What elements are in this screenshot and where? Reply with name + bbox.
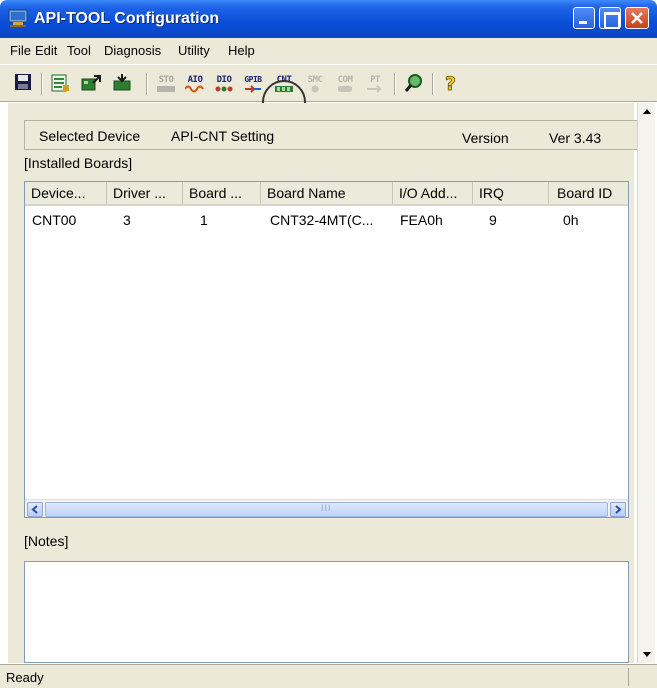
cell-board-name: CNT32-4MT(C... xyxy=(270,212,374,228)
selected-device-box: Selected Device API-CNT Setting Version … xyxy=(24,120,638,150)
add-board-button[interactable] xyxy=(80,72,102,94)
cell-irq: 9 xyxy=(489,212,497,228)
pt-label: PT xyxy=(370,75,380,85)
column-header-irq[interactable]: IRQ xyxy=(473,182,549,204)
toolbar-separator xyxy=(41,73,43,95)
gpib-label: GPIB xyxy=(244,75,262,84)
installed-boards-list[interactable]: Device... Driver ... Board ... Board Nam… xyxy=(24,181,629,518)
dio-icon xyxy=(215,86,233,92)
menu-file[interactable]: File xyxy=(10,43,31,58)
column-header-board-id[interactable]: Board ID xyxy=(549,182,628,204)
cell-board-id: 0h xyxy=(563,212,579,228)
version-value: Ver 3.43 xyxy=(549,130,602,146)
menu-diagnosis[interactable]: Diagnosis xyxy=(104,43,161,58)
column-header-device[interactable]: Device... xyxy=(25,182,107,204)
vertical-scrollbar[interactable] xyxy=(637,103,655,663)
column-header-board-name[interactable]: Board Name xyxy=(261,182,393,204)
sto-icon xyxy=(157,86,175,92)
toolbar: STO AIO DIO GPIB CNT SMC COM PT ? xyxy=(0,64,657,102)
selected-device-value: API-CNT Setting xyxy=(171,128,275,144)
smc-label: SMC xyxy=(307,75,323,85)
cell-device: CNT00 xyxy=(32,212,77,228)
scroll-right-button[interactable] xyxy=(610,502,626,517)
toolbar-separator xyxy=(394,73,396,95)
sto-label: STO xyxy=(158,75,174,85)
menu-bar: File Edit Tool Diagnosis Utility Help xyxy=(0,38,657,64)
arrow-up-icon[interactable] xyxy=(640,105,654,119)
scroll-left-button[interactable] xyxy=(27,502,43,517)
remove-board-button[interactable] xyxy=(111,72,133,94)
com-icon xyxy=(338,86,352,92)
installed-boards-label: [Installed Boards] xyxy=(24,155,133,171)
status-pane xyxy=(628,668,654,686)
menu-utility[interactable]: Utility xyxy=(178,43,210,58)
gpib-button[interactable]: GPIB xyxy=(241,72,263,94)
status-text: Ready xyxy=(6,670,44,685)
list-header: Device... Driver ... Board ... Board Nam… xyxy=(25,182,628,206)
pt-button[interactable]: PT xyxy=(363,72,385,94)
pt-icon xyxy=(367,85,382,93)
board-list-icon xyxy=(51,74,69,92)
cell-board: 1 xyxy=(200,212,208,228)
maximize-button[interactable] xyxy=(599,7,621,29)
arrow-left-icon xyxy=(31,505,38,514)
aio-icon xyxy=(185,85,204,93)
notes-label: [Notes] xyxy=(24,533,69,549)
horizontal-scroll-thumb[interactable]: III xyxy=(45,502,608,517)
remove-board-icon xyxy=(113,74,131,91)
svg-text:?: ? xyxy=(445,73,456,94)
scroll-grip: III xyxy=(321,503,332,513)
com-button[interactable]: COM xyxy=(333,72,355,94)
menu-edit[interactable]: Edit xyxy=(35,43,57,58)
com-label: COM xyxy=(337,75,353,85)
sto-button[interactable]: STO xyxy=(154,72,176,94)
column-header-driver[interactable]: Driver ... xyxy=(107,182,183,204)
toolbar-separator xyxy=(432,73,434,95)
dio-button[interactable]: DIO xyxy=(212,72,234,94)
magnifier-icon xyxy=(404,74,422,92)
smc-button[interactable]: SMC xyxy=(303,72,325,94)
horizontal-scrollbar[interactable]: III xyxy=(25,499,628,517)
main-panel: Selected Device API-CNT Setting Version … xyxy=(8,103,638,663)
arrow-right-icon xyxy=(615,505,622,514)
help-button[interactable]: ? xyxy=(441,72,463,96)
menu-help[interactable]: Help xyxy=(228,43,255,58)
close-button[interactable] xyxy=(625,7,649,29)
menu-tool[interactable]: Tool xyxy=(67,43,91,58)
cell-io-address: FEA0h xyxy=(400,212,443,228)
diagnosis-button[interactable] xyxy=(403,72,425,94)
status-bar: Ready xyxy=(0,664,657,688)
column-header-io-address[interactable]: I/O Add... xyxy=(393,182,473,204)
save-icon xyxy=(15,74,31,90)
board-list-button[interactable] xyxy=(49,72,71,94)
dio-label: DIO xyxy=(216,75,232,85)
smc-icon xyxy=(311,85,319,93)
version-label: Version xyxy=(462,130,509,146)
title-bar[interactable]: API-TOOL Configuration xyxy=(0,0,657,38)
minimize-button[interactable] xyxy=(573,7,595,29)
notes-area[interactable] xyxy=(24,561,629,663)
gpib-icon xyxy=(245,85,261,93)
add-board-icon xyxy=(81,75,101,91)
save-button[interactable] xyxy=(13,72,35,94)
app-icon xyxy=(8,9,28,27)
aio-button[interactable]: AIO xyxy=(183,72,205,94)
toolbar-separator xyxy=(146,73,148,95)
help-question-icon: ? xyxy=(445,73,457,96)
column-header-board[interactable]: Board ... xyxy=(183,182,261,204)
window-title: API-TOOL Configuration xyxy=(34,10,220,27)
selected-device-label: Selected Device xyxy=(39,128,141,144)
aio-label: AIO xyxy=(187,75,203,85)
close-icon xyxy=(631,12,643,24)
arrow-down-icon[interactable] xyxy=(640,647,654,661)
cell-driver: 3 xyxy=(123,212,131,228)
